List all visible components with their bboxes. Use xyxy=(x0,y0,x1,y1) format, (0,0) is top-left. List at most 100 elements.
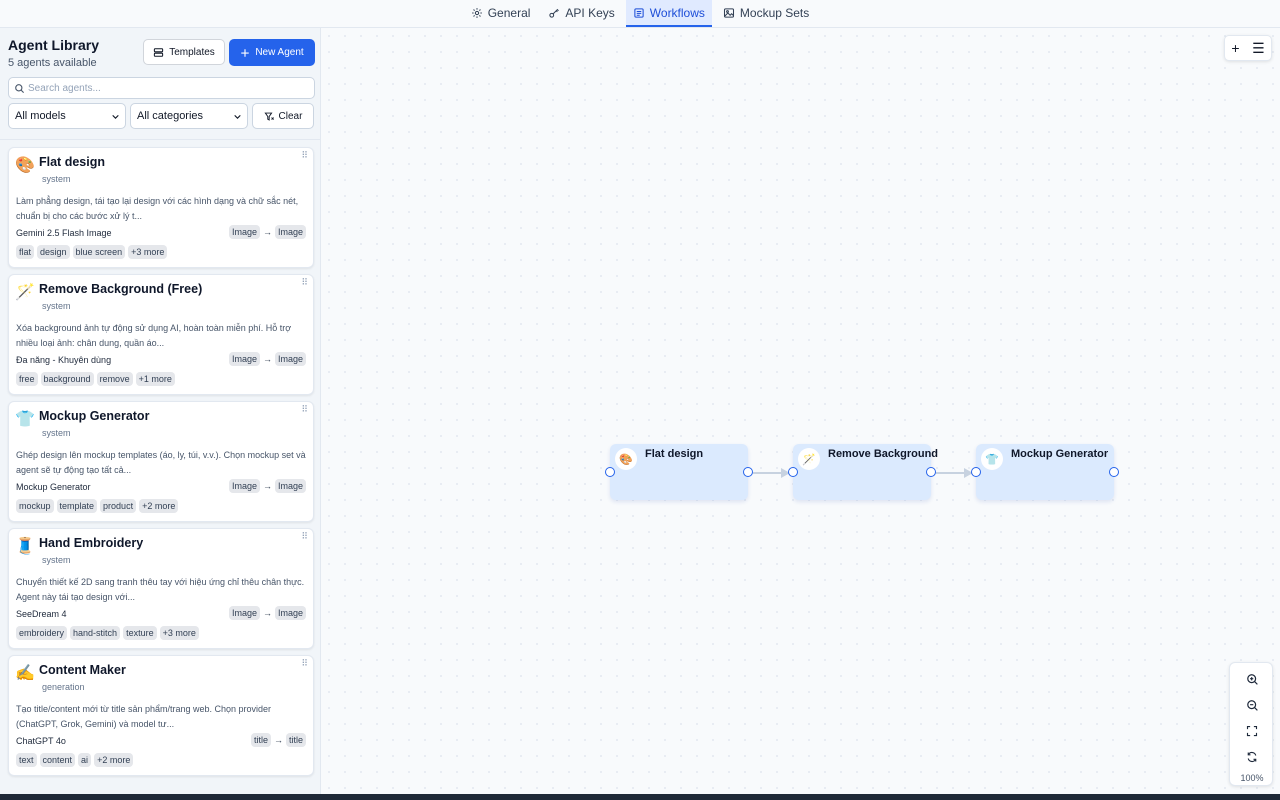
writing-hand-icon: ✍️ xyxy=(15,665,35,682)
tab-api-keys[interactable]: API Keys xyxy=(541,0,621,27)
refresh-icon[interactable] xyxy=(1244,749,1260,765)
zoom-in-icon[interactable] xyxy=(1244,671,1260,687)
agent-output-type: title xyxy=(285,733,306,747)
agent-model: Gemini 2.5 Flash Image xyxy=(16,228,112,238)
drag-handle-icon[interactable]: ⠿ xyxy=(301,150,308,161)
zoom-level: 100% xyxy=(1240,773,1264,783)
agent-tags: free background remove +1 more xyxy=(16,372,175,386)
agent-tag: text xyxy=(16,753,37,767)
new-agent-label: New Agent xyxy=(255,47,304,58)
agent-tag: content xyxy=(39,753,76,767)
agent-card[interactable]: 🎨 Flat design system ⠿ Làm phẳng design,… xyxy=(8,147,314,268)
agent-input-type: Image xyxy=(228,352,260,366)
agent-output-type: Image xyxy=(274,606,306,620)
agent-tag: free xyxy=(16,372,38,386)
magic-wand-icon: 🪄 xyxy=(798,448,820,470)
agent-tag: background xyxy=(40,372,94,386)
drag-handle-icon[interactable]: ⠿ xyxy=(301,531,308,542)
input-handle[interactable] xyxy=(788,467,798,477)
tab-mockup-sets[interactable]: Mockup Sets xyxy=(716,0,816,27)
workflow-node-remove-background[interactable]: 🪄 Remove Background xyxy=(788,444,938,500)
input-handle[interactable] xyxy=(971,467,981,477)
agent-name: Content Maker xyxy=(39,663,126,677)
agent-model: SeeDream 4 xyxy=(16,609,67,619)
agent-tag: design xyxy=(37,245,70,259)
library-subtitle: 5 agents available xyxy=(8,57,97,69)
output-handle[interactable] xyxy=(926,467,936,477)
agent-tag-more: +1 more xyxy=(135,372,175,386)
agent-description: Xóa background ảnh tự động sử dụng AI, h… xyxy=(16,323,292,348)
canvas-toolbar: + ☰ xyxy=(1224,35,1272,61)
image-icon xyxy=(723,7,734,18)
agent-io: Image → Image xyxy=(228,225,306,239)
agent-io: Image → Image xyxy=(228,606,306,620)
drag-handle-icon[interactable]: ⠿ xyxy=(301,277,308,288)
agent-tag: hand-stitch xyxy=(70,626,121,640)
agent-output-type: Image xyxy=(274,352,306,366)
search-input[interactable] xyxy=(28,82,308,94)
node-title: Flat design xyxy=(645,448,704,460)
agent-input-type: Image xyxy=(228,606,260,620)
agent-library-sidebar: Agent Library 5 agents available Templat… xyxy=(0,28,321,794)
add-node-icon[interactable]: + xyxy=(1231,40,1239,56)
agent-name: Mockup Generator xyxy=(39,409,150,423)
agent-card[interactable]: 🧵 Hand Embroidery system ⠿ Chuyển thiết … xyxy=(8,528,314,649)
agent-tag: template xyxy=(56,499,98,513)
tab-mockup-sets-label: Mockup Sets xyxy=(739,5,810,20)
tshirt-icon: 👕 xyxy=(981,448,1003,470)
output-handle[interactable] xyxy=(1109,467,1119,477)
agent-card[interactable]: 👕 Mockup Generator system ⠿ Ghép design … xyxy=(8,401,314,522)
workflow-node-mockup-generator[interactable]: 👕 Mockup Generator xyxy=(971,444,1119,500)
drag-handle-icon[interactable]: ⠿ xyxy=(301,658,308,669)
agent-tag: blue screen xyxy=(72,245,126,259)
tab-general[interactable]: General xyxy=(464,0,538,27)
agent-name: Flat design xyxy=(39,155,105,169)
drag-handle-icon[interactable]: ⠿ xyxy=(301,404,308,415)
agent-card[interactable]: ✍️ Content Maker generation ⠿ Tạo title/… xyxy=(8,655,314,776)
chevron-down-icon xyxy=(234,114,241,119)
palette-icon: 🎨 xyxy=(615,448,637,470)
agent-tag-more: +2 more xyxy=(94,753,134,767)
gear-icon xyxy=(471,7,482,18)
node-title: Remove Background xyxy=(828,448,939,460)
tab-workflows[interactable]: Workflows xyxy=(625,0,712,27)
agent-card[interactable]: 🪄 Remove Background (Free) system ⠿ Xóa … xyxy=(8,274,314,395)
workflow-canvas[interactable]: + ☰ 🎨 Flat design 🪄 Remove Background 👕 … xyxy=(321,28,1280,794)
agent-input-type: Image xyxy=(228,225,260,239)
templates-button[interactable]: Templates xyxy=(143,39,225,65)
input-handle[interactable] xyxy=(605,467,615,477)
arrow-right-icon: → xyxy=(273,735,283,745)
clear-label: Clear xyxy=(278,110,303,122)
agent-tag-more: +2 more xyxy=(139,499,179,513)
agent-tags: text content ai +2 more xyxy=(16,753,134,767)
templates-icon xyxy=(154,47,164,57)
tab-workflows-label: Workflows xyxy=(649,5,705,20)
agent-input-type: Image xyxy=(228,479,260,493)
tshirt-icon: 👕 xyxy=(15,411,35,428)
agent-category: system xyxy=(42,301,71,311)
agent-description: Chuyển thiết kế 2D sang tranh thêu tay v… xyxy=(16,577,305,602)
models-select-value: All models xyxy=(15,110,66,122)
categories-select[interactable]: All categories xyxy=(130,103,248,129)
agent-tags: embroidery hand-stitch texture +3 more xyxy=(16,626,199,640)
agent-name: Hand Embroidery xyxy=(39,536,144,550)
agent-tag: embroidery xyxy=(16,626,68,640)
plus-icon xyxy=(241,48,250,57)
workflow-node-flat-design[interactable]: 🎨 Flat design xyxy=(605,444,753,500)
zoom-out-icon[interactable] xyxy=(1244,697,1260,713)
agent-category: system xyxy=(42,174,71,184)
models-select[interactable]: All models xyxy=(8,103,126,129)
agent-io: Image → Image xyxy=(228,352,306,366)
new-agent-button[interactable]: New Agent xyxy=(229,39,315,66)
agent-tag: ai xyxy=(78,753,92,767)
menu-icon[interactable]: ☰ xyxy=(1252,40,1265,57)
output-handle[interactable] xyxy=(743,467,753,477)
clear-filters-button[interactable]: Clear xyxy=(252,103,314,129)
fit-view-icon[interactable] xyxy=(1244,723,1260,739)
arrow-right-icon: → xyxy=(262,354,272,364)
workflow-icon xyxy=(634,7,644,18)
node-title: Mockup Generator xyxy=(1011,448,1109,460)
agent-output-type: Image xyxy=(274,479,306,493)
agent-tag: texture xyxy=(123,626,157,640)
palette-icon: 🎨 xyxy=(15,157,35,174)
